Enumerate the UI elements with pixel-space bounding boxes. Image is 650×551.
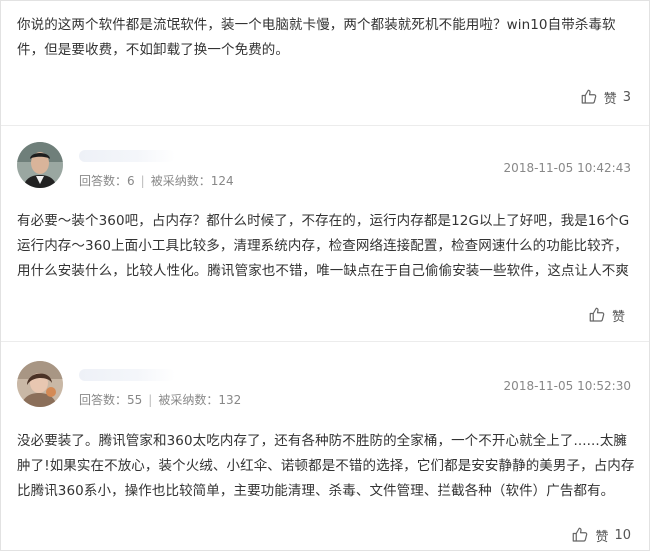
avatar[interactable] <box>17 142 63 188</box>
divider <box>1 341 649 342</box>
answer-time: 2018-11-05 10:42:43 <box>503 161 631 175</box>
stats-separator: | <box>140 173 145 188</box>
like-label: 赞 <box>595 529 609 545</box>
avatar[interactable] <box>17 361 63 407</box>
adopted-label: 被采纳数： <box>158 393 219 407</box>
adopted-count: 124 <box>210 173 234 188</box>
answer-time: 2018-11-05 10:52:30 <box>503 379 631 393</box>
like-label: 赞 <box>611 309 625 325</box>
answers-count: 6 <box>127 173 135 188</box>
answer-text: 没必要装了。腾讯管家和360太吃内存了，还有各种防不胜防的全家桶，一个不开心就全… <box>17 433 635 499</box>
answer-text: 你说的这两个软件都是流氓软件，装一个电脑就卡慢，两个都装就死机不能用啦？win1… <box>17 17 616 58</box>
user-stats: 回答数： 55 | 被采纳数： 132 <box>79 391 241 408</box>
like-label: 赞 <box>603 91 617 107</box>
adopted-count: 132 <box>218 392 242 407</box>
user-stats: 回答数： 6 | 被采纳数： 124 <box>79 172 234 189</box>
like-button[interactable]: 赞 3 <box>580 87 631 107</box>
thumbs-up-icon <box>580 88 598 106</box>
like-count: 10 <box>614 527 631 543</box>
thumbs-up-icon <box>588 306 606 324</box>
username-blurred <box>79 150 175 162</box>
like-button[interactable]: 赞 10 <box>571 525 631 545</box>
answers-label: 回答数： <box>79 393 128 407</box>
username-blurred <box>79 369 175 381</box>
answers-label: 回答数： <box>79 174 128 188</box>
answers-panel: 你说的这两个软件都是流氓软件，装一个电脑就卡慢，两个都装就死机不能用啦？win1… <box>0 0 650 551</box>
stats-separator: | <box>148 392 153 407</box>
like-button[interactable]: 赞 <box>588 305 631 325</box>
answers-count: 55 <box>127 392 143 407</box>
adopted-label: 被采纳数： <box>150 174 211 188</box>
thumbs-up-icon <box>571 526 589 544</box>
answer-text: 有必要～装个360吧，占内存？都什么时候了，不存在的，运行内存都是12G以上了好… <box>17 213 630 279</box>
divider <box>1 125 649 126</box>
like-count: 3 <box>622 89 631 105</box>
